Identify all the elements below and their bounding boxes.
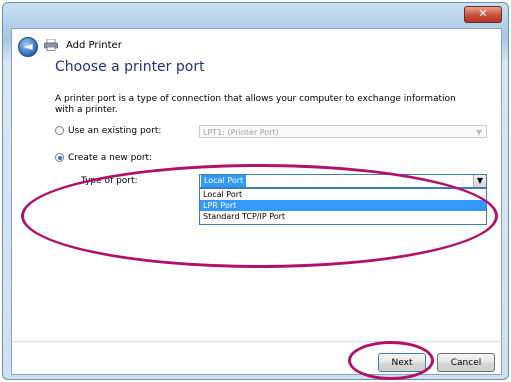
footer-divider bbox=[12, 341, 501, 342]
new-port-radio[interactable] bbox=[55, 153, 64, 162]
annotation-ellipse-port bbox=[21, 164, 498, 268]
create-new-port-option[interactable]: Create a new port: bbox=[55, 153, 152, 163]
annotation-ellipse-next bbox=[348, 341, 434, 380]
back-arrow-icon[interactable]: ◄ bbox=[18, 37, 38, 57]
chevron-down-icon: ▼ bbox=[475, 128, 482, 137]
existing-port-label: Use an existing port: bbox=[68, 126, 162, 136]
existing-port-radio[interactable] bbox=[55, 126, 64, 135]
printer-icon bbox=[44, 39, 58, 51]
page-title: Choose a printer port bbox=[55, 59, 205, 75]
existing-port-value: LPT1: (Printer Port) bbox=[203, 128, 279, 137]
cancel-button[interactable]: Cancel bbox=[437, 353, 495, 372]
close-icon: ✕ bbox=[478, 7, 488, 20]
page-description: A printer port is a type of connection t… bbox=[55, 94, 456, 115]
use-existing-port-option[interactable]: Use an existing port: bbox=[55, 126, 161, 136]
chevron-down-icon[interactable]: ▼ bbox=[473, 175, 486, 187]
close-button[interactable]: ✕ bbox=[464, 6, 502, 23]
new-port-label: Create a new port: bbox=[68, 153, 153, 163]
window-title: Add Printer bbox=[66, 40, 122, 51]
existing-port-select: LPT1: (Printer Port) ▼ bbox=[199, 125, 487, 138]
